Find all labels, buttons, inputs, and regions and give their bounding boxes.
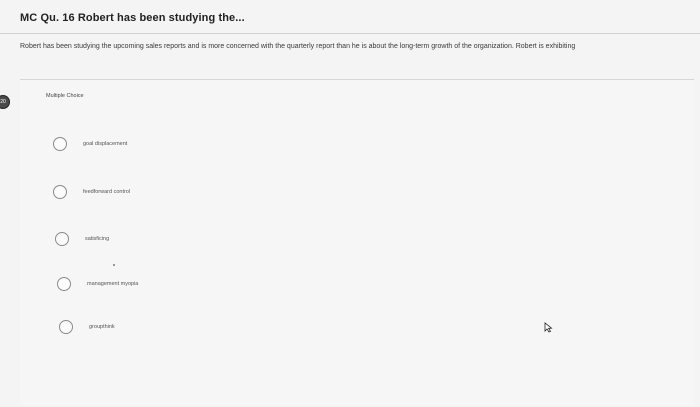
- radio-button[interactable]: [59, 320, 73, 334]
- radio-button[interactable]: [53, 137, 67, 151]
- radio-button[interactable]: [53, 185, 67, 199]
- choice-label: management myopia: [87, 281, 139, 287]
- mouse-pointer-icon: [544, 322, 553, 333]
- choice-satisficing[interactable]: satisficing: [55, 232, 109, 246]
- question-number-badge[interactable]: 20: [0, 95, 10, 109]
- answer-card: Multiple Choice goal displacement feedfo…: [20, 79, 694, 405]
- question-title: MC Qu. 16 Robert has been studying the..…: [20, 12, 245, 24]
- quiz-page: MC Qu. 16 Robert has been studying the..…: [0, 0, 700, 407]
- choice-label: feedforward control: [83, 189, 131, 195]
- choice-feedforward-control[interactable]: feedforward control: [53, 185, 130, 199]
- question-type-label: Multiple Choice: [46, 93, 84, 99]
- choice-management-myopia[interactable]: management myopia: [57, 277, 138, 291]
- choice-groupthink[interactable]: groupthink: [59, 320, 115, 334]
- question-text: Robert has been studying the upcoming sa…: [20, 43, 576, 50]
- choice-label: groupthink: [89, 324, 115, 330]
- stray-mark: [113, 264, 115, 266]
- header-divider: [0, 33, 700, 34]
- choice-label: goal displacement: [83, 141, 128, 147]
- choice-label: satisficing: [85, 236, 110, 242]
- radio-button[interactable]: [57, 277, 71, 291]
- radio-button[interactable]: [55, 232, 69, 246]
- choice-goal-displacement[interactable]: goal displacement: [53, 137, 127, 151]
